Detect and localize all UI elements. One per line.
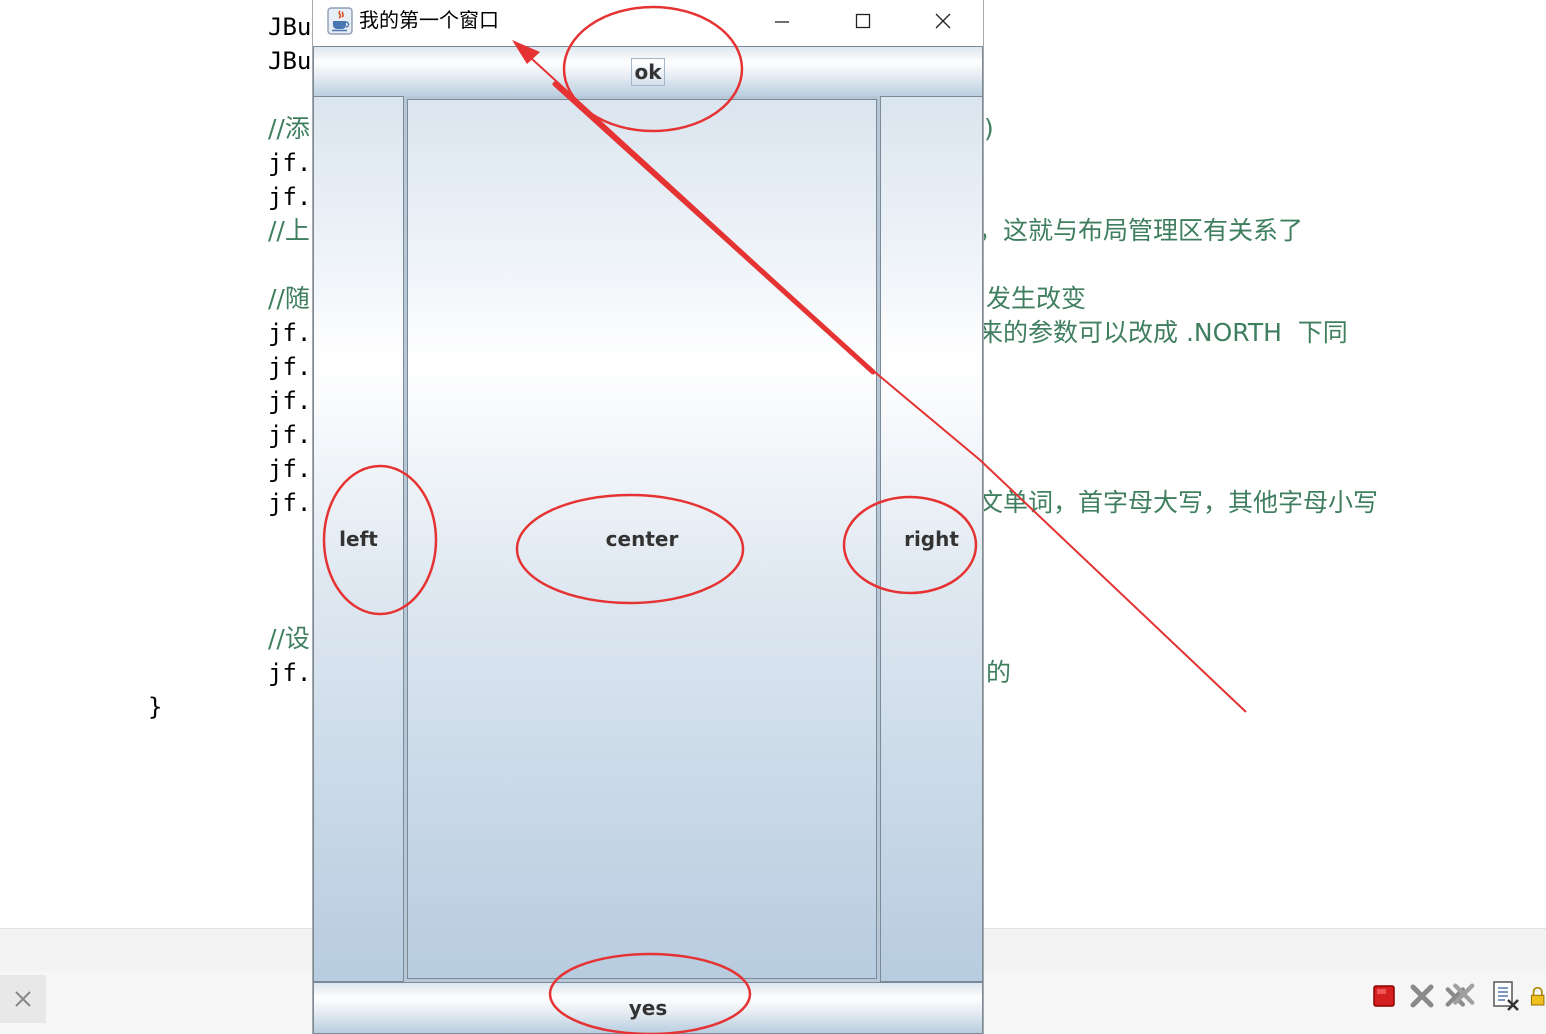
code-brace: } xyxy=(148,693,163,721)
maximize-button[interactable] xyxy=(827,0,899,42)
code-comment: //设 xyxy=(268,624,310,653)
minimize-button[interactable] xyxy=(746,0,818,42)
code-line: jf. xyxy=(268,455,312,483)
remove-launch-button[interactable] xyxy=(1406,980,1438,1012)
north-button-ok[interactable]: ok xyxy=(313,46,983,98)
clear-console-icon xyxy=(1493,981,1519,1011)
center-button[interactable]: center xyxy=(404,96,880,982)
button-label: center xyxy=(605,527,679,551)
app-window[interactable]: 我的第一个窗口 ok left center right yes xyxy=(312,0,984,1034)
minimize-icon xyxy=(775,21,789,23)
code-comment-fragment: 文单词，首字母大写，其他字母小写 xyxy=(978,488,1379,517)
stop-button[interactable] xyxy=(1368,980,1400,1012)
button-label: yes xyxy=(628,996,668,1020)
button-label: right xyxy=(904,527,959,551)
east-button-right[interactable]: right xyxy=(880,96,983,982)
console-tab-close[interactable] xyxy=(0,975,46,1023)
code-line: JBu xyxy=(268,13,312,41)
remove-all-icon xyxy=(1445,983,1475,1007)
code-comment-fragment: 的 xyxy=(986,658,1012,687)
button-label: ok xyxy=(631,58,665,86)
remove-icon xyxy=(1410,984,1434,1008)
scroll-lock-icon xyxy=(1530,986,1545,1006)
code-comment: //随 xyxy=(268,284,310,313)
code-comment-fragment: 发生改变 xyxy=(986,284,1087,313)
code-line: jf. xyxy=(268,659,312,687)
window-title: 我的第一个窗口 xyxy=(359,8,499,32)
close-icon xyxy=(935,13,951,29)
java-cup-icon xyxy=(327,7,353,35)
code-comment-fragment: 来的参数可以改成 .NORTH 下同 xyxy=(978,318,1348,347)
code-comment-fragment: ，这就与布局管理区有关系了 xyxy=(978,216,1304,245)
stop-icon xyxy=(1373,985,1395,1007)
remove-all-button[interactable] xyxy=(1444,980,1476,1012)
west-button-left[interactable]: left xyxy=(313,96,404,982)
scroll-lock-button[interactable] xyxy=(1528,980,1546,1012)
code-line: jf. xyxy=(268,149,312,177)
code-line: JBu xyxy=(268,47,312,75)
maximize-icon xyxy=(855,13,871,29)
close-icon xyxy=(15,991,31,1007)
code-comment: //上 xyxy=(268,216,310,245)
code-line: jf. xyxy=(268,387,312,415)
button-label: left xyxy=(339,527,378,551)
close-button[interactable] xyxy=(907,0,979,42)
code-line: jf. xyxy=(268,319,312,347)
code-line: jf. xyxy=(268,489,312,517)
code-line: jf. xyxy=(268,353,312,381)
clear-console-button[interactable] xyxy=(1490,980,1522,1012)
window-titlebar[interactable]: 我的第一个窗口 xyxy=(313,0,983,44)
code-comment: //添 xyxy=(268,114,310,143)
code-line: jf. xyxy=(268,421,312,449)
code-line: jf. xyxy=(268,183,312,211)
code-comment-fragment: ) xyxy=(984,114,994,143)
south-button-yes[interactable]: yes xyxy=(313,982,983,1034)
